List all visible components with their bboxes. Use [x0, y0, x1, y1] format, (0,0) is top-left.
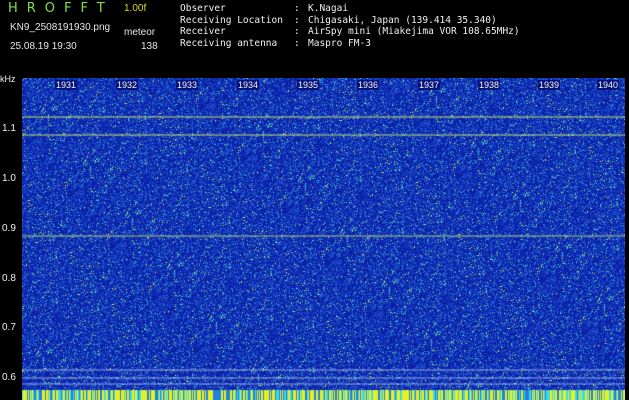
x-tick-label: 1935	[297, 80, 320, 90]
meta-value: Chigasaki, Japan (139.414 35.340)	[308, 14, 497, 26]
datetime-label: 25.08.19 19:30	[10, 41, 77, 52]
y-tick-label: 1.0	[2, 173, 16, 184]
meta-row-antenna: Receiving antenna: Maspro FM-3	[180, 37, 371, 49]
meta-row-location: Receiving Location: Chigasaki, Japan (139…	[180, 14, 497, 26]
y-tick-label: 0.9	[2, 223, 16, 234]
meta-row-observer: Observer: K.Nagai	[180, 3, 349, 14]
meta-key: Receiving antenna	[180, 37, 278, 49]
x-tick-label: 1940	[597, 80, 620, 90]
y-tick-label: 0.7	[2, 322, 16, 333]
meta-key: Receiver	[180, 26, 226, 37]
y-tick-label: 0.8	[2, 273, 16, 284]
meta-row-receiver: Receiver: AirSpy mini (Miakejima VOR 108.…	[180, 26, 520, 37]
metadata-block: Observer: K.Nagai Receiving Location: Chig…	[180, 3, 520, 49]
x-tick-label: 1939	[538, 80, 561, 90]
x-tick-label: 1932	[116, 80, 139, 90]
x-tick-label: 1934	[237, 80, 260, 90]
meta-value: AirSpy mini (Miakejima VOR 108.65MHz)	[308, 26, 520, 37]
app-title: HROFFT	[8, 1, 114, 16]
header-panel: HROFFT 1.00f KN9_2508191930.png meteor 2…	[0, 0, 629, 75]
x-tick-label: 1933	[176, 80, 199, 90]
spectrogram-plot[interactable]	[22, 78, 625, 400]
y-tick-label: 1.1	[2, 123, 16, 134]
mode-label: meteor	[124, 27, 156, 38]
x-tick-label: 1936	[357, 80, 380, 90]
x-tick-label: 1937	[418, 80, 441, 90]
count-label: 138	[141, 41, 158, 52]
spectrogram-canvas[interactable]	[22, 78, 625, 400]
y-axis-unit: kHz	[0, 74, 16, 84]
filename-label: KN9_2508191930.png	[10, 22, 111, 33]
meta-key: Observer	[180, 3, 226, 14]
meta-key: Receiving Location	[180, 14, 283, 26]
version-label: 1.00f	[124, 3, 147, 14]
x-tick-label: 1938	[478, 80, 501, 90]
y-tick-label: 0.6	[2, 372, 16, 383]
x-tick-label: 1931	[55, 80, 78, 90]
meta-value: K.Nagai	[308, 3, 349, 14]
meta-value: Maspro FM-3	[308, 37, 371, 49]
